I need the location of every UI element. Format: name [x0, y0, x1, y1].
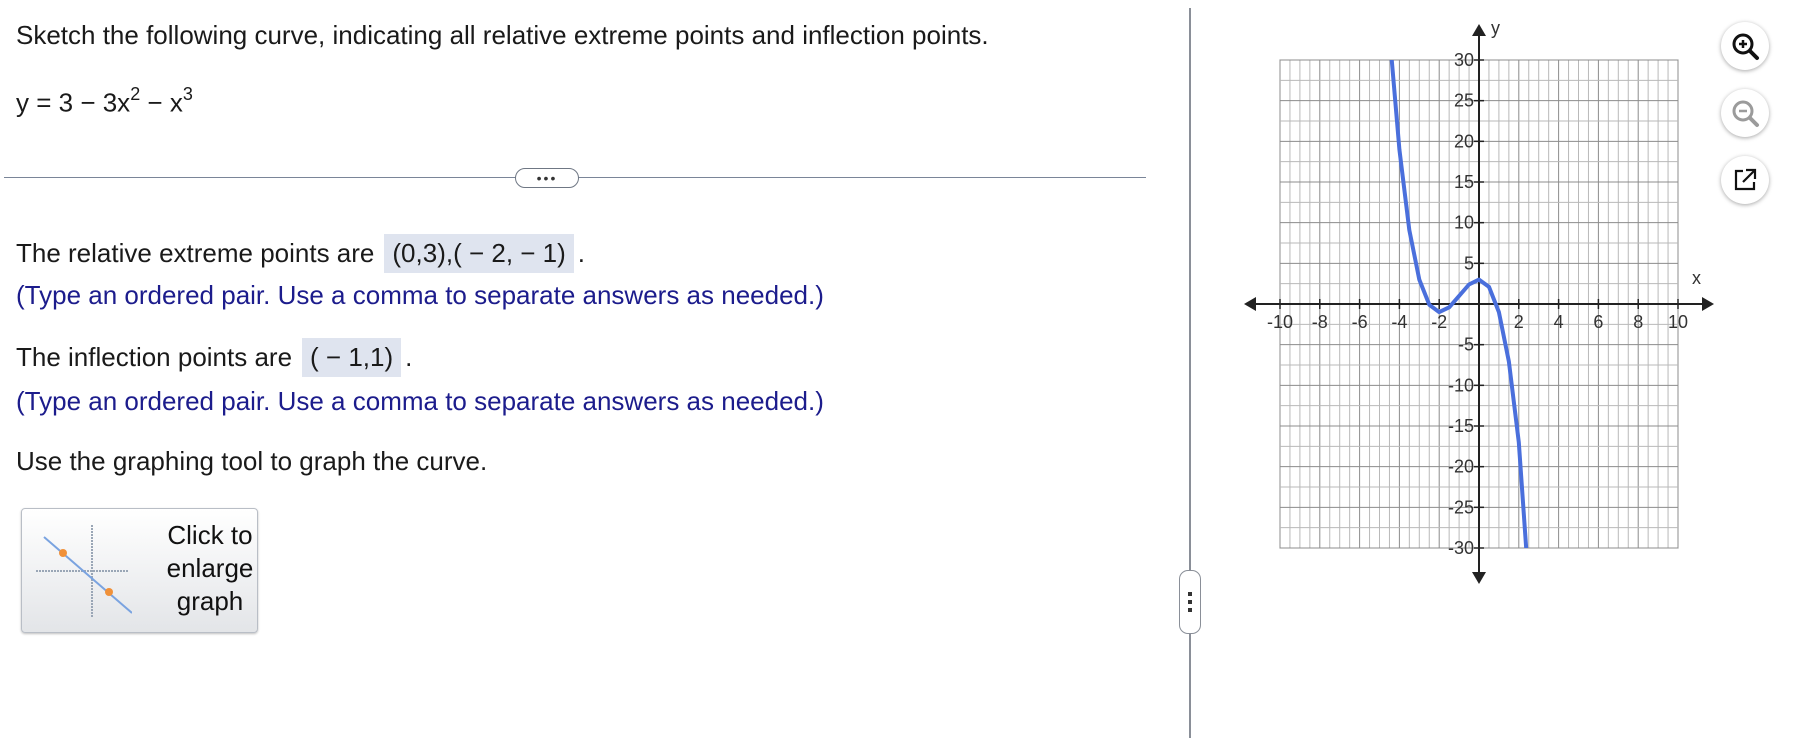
- x-tick-label: -2: [1431, 312, 1447, 332]
- zoom-in-button[interactable]: [1721, 22, 1769, 70]
- period: .: [577, 238, 586, 268]
- equation-part: y = 3 − 3x: [16, 87, 131, 118]
- expand-toggle-button[interactable]: •••: [515, 168, 579, 188]
- equation: y = 3 − 3x2 − x3: [16, 84, 193, 119]
- inflection-points-hint: (Type an ordered pair. Use a comma to se…: [16, 386, 824, 416]
- x-axis-label: x: [1692, 268, 1701, 288]
- zoom-out-icon: [1732, 100, 1759, 127]
- x-tick-label: 8: [1633, 312, 1643, 332]
- y-tick-label: -25: [1448, 497, 1474, 517]
- y-axis-label: y: [1491, 20, 1500, 38]
- y-tick-label: 20: [1454, 131, 1474, 151]
- extreme-points-answer-box[interactable]: (0,3),( − 2, − 1): [384, 234, 574, 273]
- period: .: [405, 342, 413, 372]
- equation-exponent: 2: [130, 84, 141, 104]
- equation-part: − x: [140, 87, 183, 118]
- x-tick-label: -6: [1352, 312, 1368, 332]
- y-tick-label: -15: [1448, 416, 1474, 436]
- y-tick-label: -20: [1448, 457, 1474, 477]
- question-prompt: Sketch the following curve, indicating a…: [16, 20, 989, 50]
- x-axis-arrow-right: [1702, 297, 1714, 311]
- inflection-points-answer-box[interactable]: ( − 1,1): [302, 338, 402, 377]
- y-tick-label: -5: [1458, 335, 1474, 355]
- graph-instruction: Use the graphing tool to graph the curve…: [16, 446, 488, 476]
- x-tick-label: 4: [1554, 312, 1564, 332]
- y-tick-label: 10: [1454, 213, 1474, 233]
- y-axis-arrow-up: [1472, 24, 1486, 36]
- x-axis-arrow-left: [1244, 297, 1256, 311]
- equation-exponent: 3: [182, 84, 193, 104]
- y-tick-label: -30: [1448, 538, 1474, 558]
- graph-thumbnail-icon: [36, 525, 132, 617]
- x-tick-label: 2: [1514, 312, 1524, 332]
- y-tick-label: 15: [1454, 172, 1474, 192]
- enlarge-graph-button[interactable]: Click to enlarge graph: [21, 508, 258, 633]
- x-tick-label: -10: [1267, 312, 1293, 332]
- x-tick-label: -8: [1312, 312, 1328, 332]
- inflection-points-label: The inflection points are: [16, 342, 293, 372]
- y-tick-label: 5: [1464, 253, 1474, 273]
- inflection-points-answer: The inflection points are ( − 1,1) .: [16, 338, 412, 377]
- zoom-in-icon: [1732, 33, 1759, 60]
- graph-area[interactable]: -10 -8 -6 -4 -2 2 4 6 8 10 30 25 20 15 10 5 -5 -10 -15 -20 -…: [1240, 18, 1720, 590]
- enlarge-graph-label: Click to enlarge graph: [166, 520, 254, 616]
- splitter-handle[interactable]: [1179, 570, 1201, 634]
- y-tick-label: 25: [1454, 91, 1474, 111]
- x-tick-label: -4: [1391, 312, 1407, 332]
- open-new-window-button[interactable]: [1721, 156, 1769, 204]
- zoom-out-button[interactable]: [1721, 89, 1769, 137]
- extreme-points-answer: The relative extreme points are (0,3),( …: [16, 234, 585, 273]
- x-tick-label: 6: [1593, 312, 1603, 332]
- y-axis-arrow-down: [1472, 572, 1486, 584]
- y-tick-label: -10: [1448, 375, 1474, 395]
- extreme-points-label: The relative extreme points are: [16, 238, 375, 268]
- open-new-window-icon: [1734, 168, 1757, 191]
- cubic-curve-chart[interactable]: -10 -8 -6 -4 -2 2 4 6 8 10 30 25 20 15 10 5 -5 -10 -15 -20 -…: [1240, 18, 1720, 590]
- question-pane: Sketch the following curve, indicating a…: [0, 0, 1190, 738]
- y-tick-label: 30: [1454, 50, 1474, 70]
- x-tick-label: 10: [1668, 312, 1688, 332]
- extreme-points-hint: (Type an ordered pair. Use a comma to se…: [16, 280, 824, 310]
